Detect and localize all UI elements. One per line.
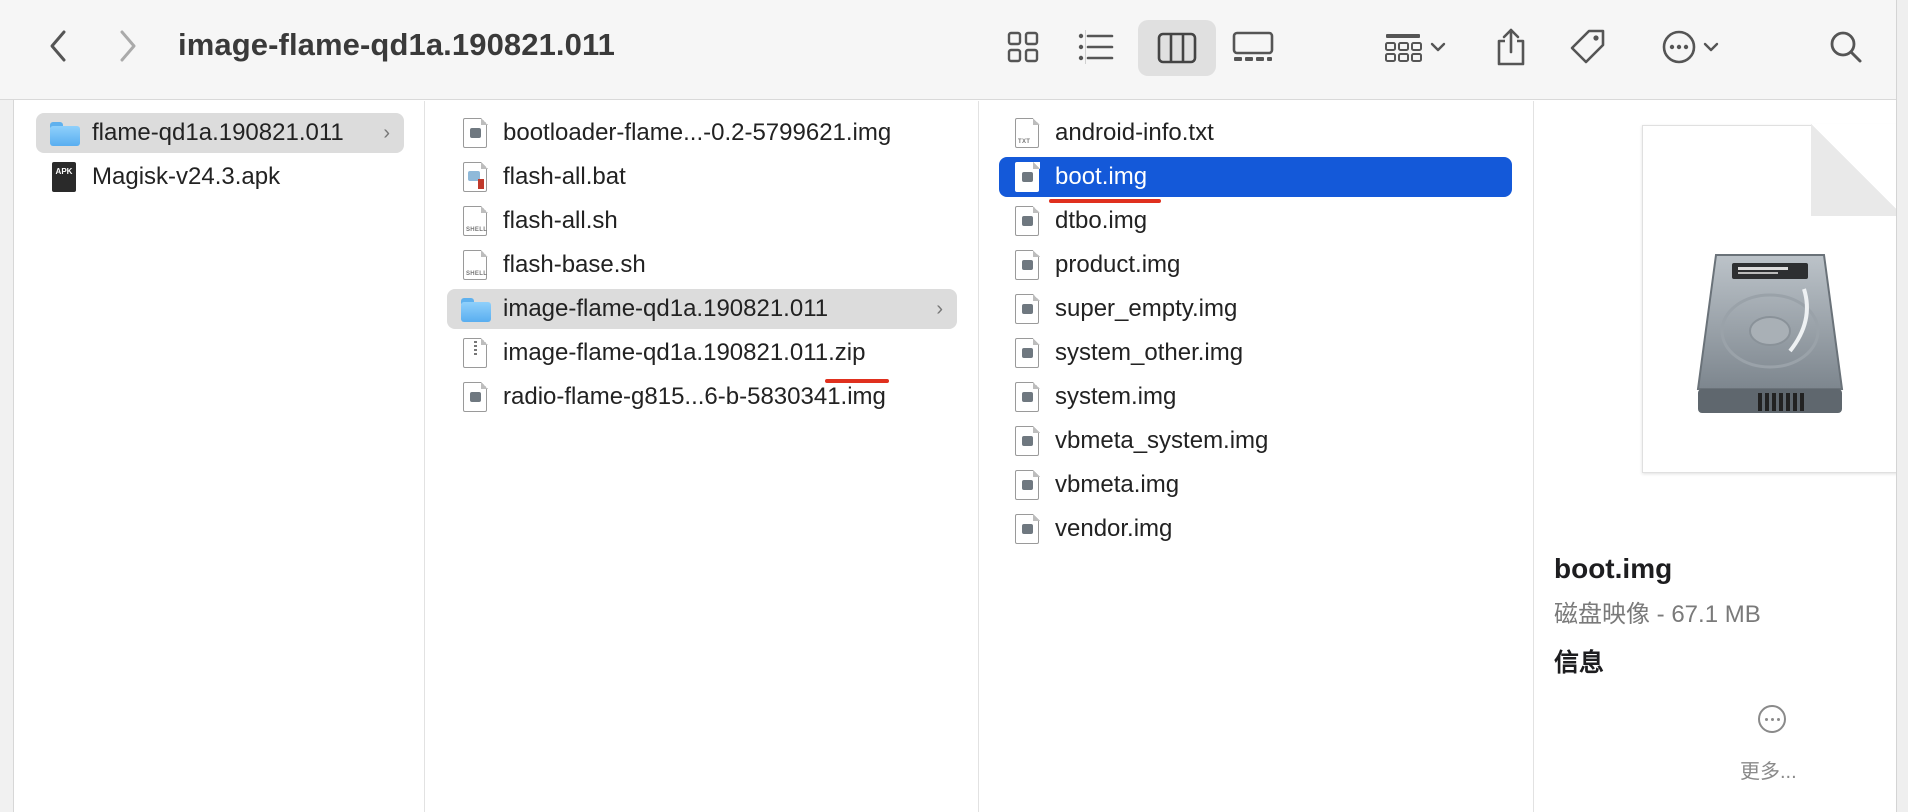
hard-drive-icon (1696, 254, 1844, 413)
column-3: TXT android-info.txt boot.img dtbo.img p… (979, 101, 1534, 812)
window-title: image-flame-qd1a.190821.011 (178, 27, 615, 62)
item-label: image-flame-qd1a.190821.011 (503, 295, 829, 322)
disk-image-file-icon (1015, 337, 1040, 368)
list-item-selected[interactable]: boot.img (999, 157, 1512, 197)
item-label: bootloader-flame...-0.2-5799621.img (503, 119, 892, 146)
item-label: vendor.img (1055, 515, 1173, 542)
forward-button[interactable] (112, 28, 144, 64)
tag-icon (1570, 29, 1605, 64)
disk-image-file-icon (1015, 205, 1040, 236)
folder-icon (461, 294, 491, 324)
item-label: dtbo.img (1055, 207, 1148, 234)
preview-info-heading: 信息 (1554, 649, 1605, 677)
ellipsis-circle-icon (1662, 30, 1696, 64)
columns-icon (1157, 32, 1197, 64)
item-label: flash-all.sh (503, 207, 618, 234)
disk-image-file-icon (1015, 249, 1040, 280)
window-right-edge (1896, 0, 1908, 812)
zip-archive-icon (463, 337, 488, 368)
list-view-button[interactable] (1074, 25, 1118, 69)
item-label: flash-all.bat (503, 163, 626, 190)
gallery-view-button[interactable] (1228, 25, 1278, 69)
tags-button[interactable] (1566, 25, 1610, 69)
shell-script-icon: SHELL (463, 205, 488, 236)
list-item[interactable]: product.img (999, 245, 1512, 285)
shell-script-icon: SHELL (463, 249, 488, 280)
item-label: super_empty.img (1055, 295, 1238, 322)
batch-file-icon (463, 161, 488, 192)
share-icon (1497, 28, 1525, 66)
list-item[interactable]: SHELL flash-base.sh (447, 245, 957, 285)
ellipsis-circle-icon[interactable] (1758, 705, 1786, 733)
window-left-edge (0, 0, 14, 812)
column-2: bootloader-flame...-0.2-5799621.img flas… (425, 101, 979, 812)
item-label: vbmeta.img (1055, 471, 1180, 498)
list-item[interactable]: vbmeta.img (999, 465, 1512, 505)
toolbar: image-flame-qd1a.190821.011 (0, 0, 1908, 100)
apk-file-icon: APK (52, 162, 76, 192)
disk-image-file-icon (1015, 513, 1040, 544)
icon-view-button[interactable] (1001, 25, 1045, 69)
item-label: vbmeta_system.img (1055, 427, 1269, 454)
list-item[interactable]: SHELL flash-all.sh (447, 201, 957, 241)
column-1: flame-qd1a.190821.011 › APK Magisk-v24.3… (14, 101, 425, 812)
chevron-down-icon (1430, 42, 1446, 52)
item-label: image-flame-qd1a.190821.011.zip (503, 339, 866, 366)
item-label: flame-qd1a.190821.011 (92, 119, 344, 146)
search-button[interactable] (1824, 25, 1868, 69)
back-button[interactable] (42, 28, 74, 64)
item-label: product.img (1055, 251, 1181, 278)
chevron-down-icon (1703, 42, 1719, 52)
grid-icon (1007, 31, 1039, 63)
chevron-right-icon (120, 30, 136, 62)
column-view-button[interactable] (1138, 20, 1216, 76)
list-item[interactable]: vendor.img (999, 509, 1512, 549)
disk-image-file-icon (1015, 425, 1040, 456)
list-item[interactable]: image-flame-qd1a.190821.011 › (447, 289, 957, 329)
item-label: flash-base.sh (503, 251, 646, 278)
chevron-left-icon (50, 30, 66, 62)
folder-icon (50, 118, 80, 148)
text-file-icon: TXT (1015, 117, 1040, 148)
list-item[interactable]: vbmeta_system.img (999, 421, 1512, 461)
list-item[interactable]: dtbo.img (999, 201, 1512, 241)
preview-pane: boot.img 磁盘映像 - 67.1 MB 信息 更多... (1534, 101, 1903, 812)
gallery-icon (1232, 31, 1274, 61)
item-label: Magisk-v24.3.apk (92, 163, 281, 190)
preview-file-name: boot.img (1554, 553, 1673, 584)
list-item[interactable]: system.img (999, 377, 1512, 417)
list-item[interactable]: radio-flame-g815...6-b-5830341.img (447, 377, 957, 417)
list-item[interactable]: super_empty.img (999, 289, 1512, 329)
group-icon (1385, 34, 1422, 62)
list-item[interactable]: TXT android-info.txt (999, 113, 1512, 153)
item-label: radio-flame-g815...6-b-5830341.img (503, 383, 886, 410)
item-label: android-info.txt (1055, 119, 1214, 146)
list-item[interactable]: APK Magisk-v24.3.apk (36, 157, 404, 197)
disk-image-file-icon (1015, 293, 1040, 324)
chevron-right-icon: › (383, 122, 390, 144)
list-item[interactable]: flame-qd1a.190821.011 › (36, 113, 404, 153)
disk-image-file-icon (1015, 469, 1040, 500)
file-preview-thumbnail (1642, 124, 1903, 473)
group-menu-button[interactable] (1378, 25, 1452, 69)
list-item[interactable]: system_other.img (999, 333, 1512, 373)
disk-image-file-icon (1015, 161, 1040, 192)
disk-image-file-icon (1015, 381, 1040, 412)
disk-image-file-icon (463, 381, 488, 412)
list-item[interactable]: image-flame-qd1a.190821.011.zip (447, 333, 957, 373)
list-item[interactable]: flash-all.bat (447, 157, 957, 197)
list-item[interactable]: bootloader-flame...-0.2-5799621.img (447, 113, 957, 153)
item-label: system_other.img (1055, 339, 1244, 366)
more-link[interactable]: 更多... (1740, 755, 1797, 784)
share-button[interactable] (1490, 22, 1532, 72)
preview-file-meta: 磁盘映像 - 67.1 MB (1554, 601, 1761, 628)
disk-image-file-icon (463, 117, 488, 148)
item-label: boot.img (1055, 163, 1148, 190)
list-icon (1078, 33, 1114, 61)
chevron-right-icon: › (936, 298, 943, 320)
search-icon (1830, 31, 1862, 63)
more-actions-button[interactable] (1652, 25, 1728, 69)
item-label: system.img (1055, 383, 1177, 410)
